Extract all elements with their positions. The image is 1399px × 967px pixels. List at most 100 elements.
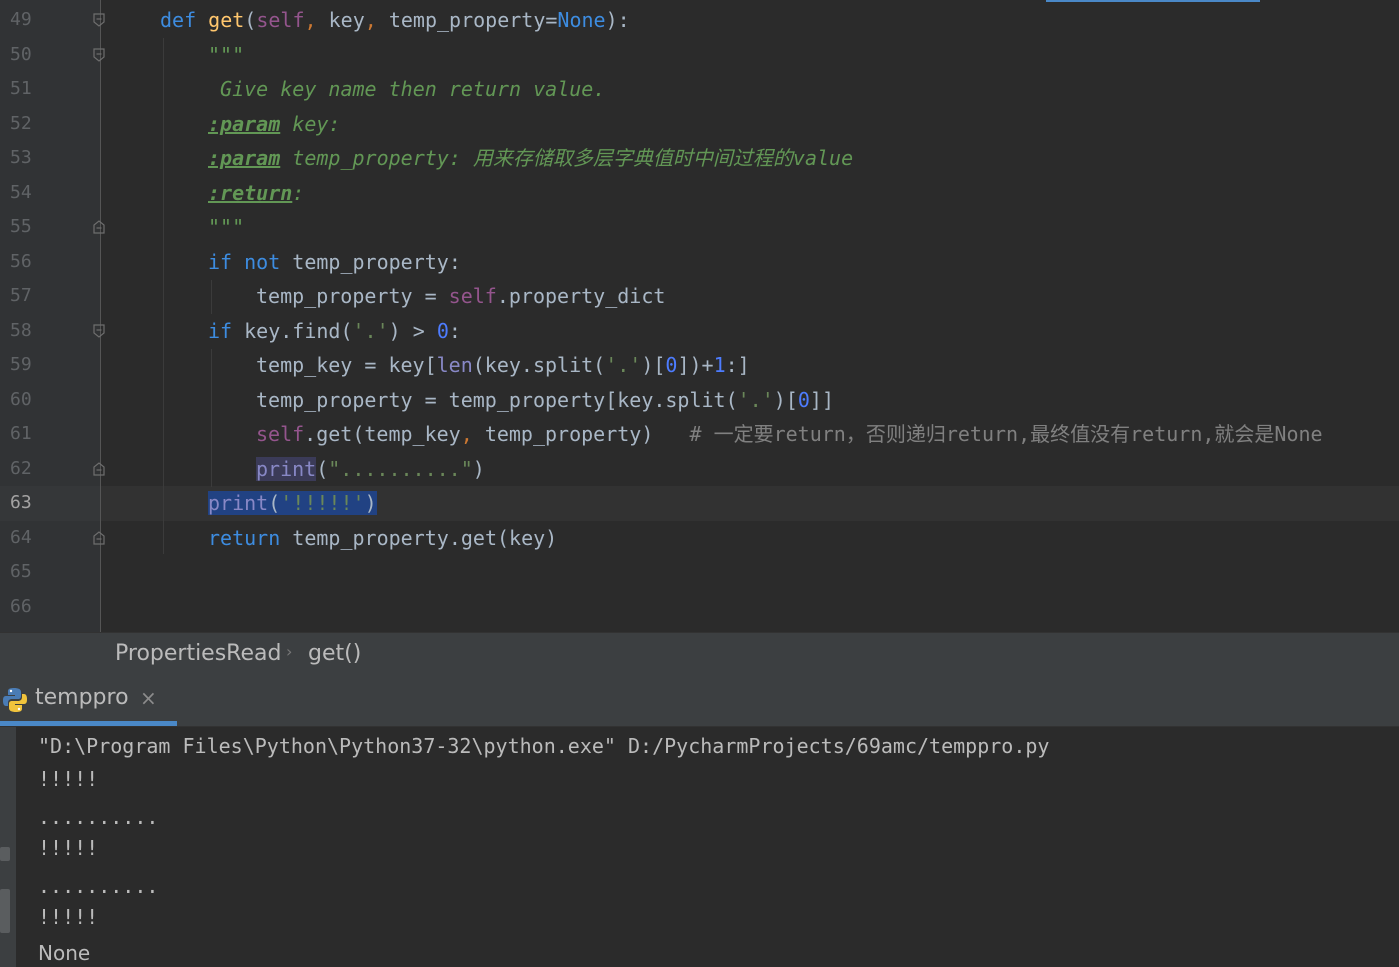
code-comment: # 一定要return，否则递归return,最终值没有return,就会是No… (689, 422, 1323, 446)
line-number: 53 (10, 147, 32, 168)
string-literal: ".........." (328, 457, 473, 481)
breadcrumb: PropertiesRead › get() (0, 632, 1399, 677)
code-text: )[ (641, 353, 666, 377)
param-key: key (328, 8, 365, 32)
comma: , (460, 422, 485, 446)
line-number: 49 (10, 9, 32, 30)
code-text: : (448, 319, 461, 343)
comma: , (364, 8, 389, 32)
code-text: ( (268, 491, 281, 515)
code-line-52[interactable]: :param key: (208, 107, 340, 142)
fold-open-icon[interactable] (93, 324, 105, 338)
string-literal: '!!!!!' (280, 491, 365, 515)
code-text: ]] (809, 388, 834, 412)
string-literal: '.' (737, 388, 774, 412)
toolbar-button-icon[interactable] (0, 889, 10, 933)
code-line-60[interactable]: temp_property = temp_property[key.split(… (256, 383, 834, 418)
keyword-return: return (208, 526, 281, 550)
code-line-55[interactable]: """ (208, 210, 244, 245)
code-line-56[interactable]: if not temp_property: (208, 245, 461, 280)
function-name: get (208, 8, 245, 32)
indent-guide (211, 349, 212, 487)
line-number: 64 (10, 527, 32, 548)
code-text: temp_property: (280, 250, 461, 274)
paren-close: ): (605, 8, 630, 32)
line-number: 62 (10, 458, 32, 479)
line-number: 59 (10, 354, 32, 375)
fold-end-icon[interactable] (93, 220, 105, 234)
comma: , (304, 8, 329, 32)
code-text: .get(temp_key (304, 422, 461, 446)
code-text: temp_key = key[ (256, 353, 437, 377)
console-output-line: !!!!! (38, 767, 99, 791)
line-number: 60 (10, 389, 32, 410)
run-console[interactable]: "D:\Program Files\Python\Python37-32\pyt… (0, 727, 1399, 967)
run-tab-label: temppro (35, 685, 129, 710)
console-output-line: .......... (38, 805, 159, 829)
code-text: ) > (388, 319, 437, 343)
line-number: 54 (10, 182, 32, 203)
line-number: 58 (10, 320, 32, 341)
code-editor[interactable]: 49 50 51 52 53 54 55 56 57 58 59 60 61 6… (0, 0, 1399, 632)
builtin-print: print (208, 491, 269, 515)
console-output-line: .......... (38, 874, 159, 898)
line-number: 50 (10, 44, 32, 65)
docstring-text: key: (280, 112, 341, 136)
keyword-if: if (208, 250, 233, 274)
code-line-59[interactable]: temp_key = key[len(key.split('.')[0])+1:… (256, 348, 750, 383)
close-icon[interactable]: × (140, 686, 157, 710)
code-text: (key.split( (472, 353, 606, 377)
code-text: ) (364, 491, 377, 515)
code-line-50[interactable]: """ (208, 38, 244, 73)
none-keyword: None (557, 8, 606, 32)
fold-open-icon[interactable] (93, 48, 105, 62)
code-line-58[interactable]: if key.find('.') > 0: (208, 314, 461, 349)
docstring-tag: :param (208, 112, 281, 136)
string-literal: '.' (605, 353, 642, 377)
code-text: key.find( (232, 319, 353, 343)
console-output-line: !!!!! (38, 836, 99, 860)
builtin-print: print (256, 457, 317, 481)
fold-open-icon[interactable] (93, 13, 105, 27)
code-text: ( (316, 457, 329, 481)
docstring-text: temp_property: 用来存储取多层字典值时中间过程的value (280, 146, 854, 170)
line-number-current: 63 (10, 492, 32, 513)
run-tab-temppro[interactable]: temppro × (0, 676, 177, 726)
code-text: ])+ (677, 353, 714, 377)
indent-guide (211, 280, 212, 314)
code-line-53[interactable]: :param temp_property: 用来存储取多层字典值时中间过程的va… (208, 141, 853, 176)
code-line-64[interactable]: return temp_property.get(key) (208, 521, 557, 556)
python-icon (3, 688, 27, 712)
docstring-tag: :return (208, 181, 293, 205)
breadcrumb-class[interactable]: PropertiesRead (115, 641, 281, 666)
line-number: 55 (10, 216, 32, 237)
line-number: 56 (10, 251, 32, 272)
code-line-61[interactable]: self.get(temp_key, temp_property) # 一定要r… (256, 417, 1323, 452)
chevron-right-icon: › (286, 642, 293, 661)
code-line-51[interactable]: Give key name then return value. (208, 72, 605, 107)
fold-end-icon[interactable] (93, 531, 105, 545)
keyword-if: if (208, 319, 233, 343)
console-toolbar-strip (0, 727, 16, 967)
code-line-49[interactable]: def get(self, key, temp_property=None): (160, 3, 630, 38)
fold-end-icon[interactable] (93, 462, 105, 476)
self-keyword: self (256, 422, 305, 446)
number-literal: 0 (436, 319, 449, 343)
code-line-54[interactable]: :return: (208, 176, 304, 211)
code-line-57[interactable]: temp_property = self.property_dict (256, 279, 665, 314)
line-number: 65 (10, 561, 32, 582)
breadcrumb-method[interactable]: get() (308, 641, 361, 666)
number-literal: 0 (797, 388, 810, 412)
number-literal: 0 (665, 353, 678, 377)
toolbar-button-icon[interactable] (0, 847, 10, 861)
code-line-63-selected[interactable]: print('!!!!!') (208, 486, 377, 521)
code-line-62[interactable]: print("..........") (256, 452, 485, 487)
code-text: temp_property.get(key) (280, 526, 558, 550)
code-text: temp_property = (256, 284, 449, 308)
console-output-line: "D:\Program Files\Python\Python37-32\pyt… (38, 734, 1050, 758)
active-tab-indicator (0, 721, 177, 726)
line-number: 66 (10, 596, 32, 617)
keyword-def: def (160, 8, 197, 32)
docstring-text: : (292, 181, 305, 205)
code-text: )[ (773, 388, 798, 412)
